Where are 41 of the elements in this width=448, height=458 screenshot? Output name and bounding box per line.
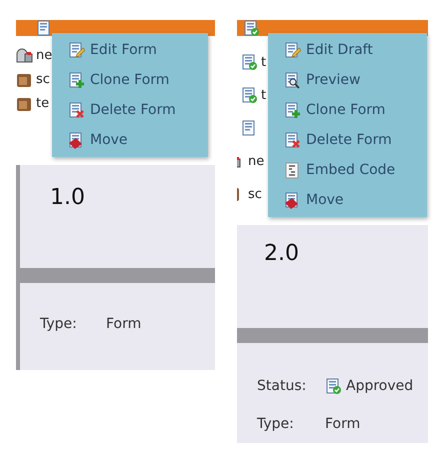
tree-item[interactable]: sc xyxy=(248,184,262,204)
tree-item[interactable]: ne xyxy=(248,152,264,172)
cross-document-icon xyxy=(68,102,85,118)
detail-value: Form xyxy=(106,314,142,334)
menu-item[interactable]: Clone Form xyxy=(268,95,427,125)
menu-item[interactable]: Move xyxy=(52,125,208,155)
code-document-icon xyxy=(284,162,301,178)
tree-item[interactable]: te xyxy=(36,94,50,114)
detail-label: Type: xyxy=(40,314,78,334)
magnifier-document-icon xyxy=(284,72,301,88)
menu-item[interactable]: Embed Code xyxy=(268,155,427,185)
pencil-document-icon xyxy=(284,42,301,58)
menu-item[interactable]: Clone Form xyxy=(52,65,208,95)
check-document-icon xyxy=(325,378,342,394)
detail-value: Approved xyxy=(346,376,414,396)
menu-item[interactable]: Edit Draft xyxy=(268,35,427,65)
check-document-icon xyxy=(241,87,258,104)
mailbox-icon xyxy=(16,48,33,64)
check-document-icon xyxy=(243,20,260,36)
tree-item[interactable]: t xyxy=(261,52,266,72)
detail-label: Type: xyxy=(257,414,295,434)
version-title: 2.0 xyxy=(264,241,299,266)
tree-item[interactable]: sc xyxy=(36,70,50,90)
menu-item[interactable]: Edit Form xyxy=(52,35,208,65)
menu-item[interactable]: Preview xyxy=(268,65,427,95)
detail-value: Form xyxy=(325,414,360,434)
tree-item[interactable]: ne xyxy=(36,46,52,66)
folder-icon xyxy=(237,186,241,203)
version-title: 1.0 xyxy=(50,185,85,210)
folder-icon xyxy=(16,72,33,88)
menu-item[interactable]: Delete Form xyxy=(268,125,427,155)
check-document-icon xyxy=(241,54,258,71)
folder-icon xyxy=(16,96,33,112)
menu-item[interactable]: Delete Form xyxy=(52,95,208,125)
cross-document-icon xyxy=(284,132,301,148)
tree-item[interactable]: t xyxy=(261,86,266,106)
plus-document-icon xyxy=(284,102,301,118)
menu-item[interactable]: Move xyxy=(268,185,427,215)
detail-label: Status: xyxy=(257,376,308,396)
pencil-document-icon xyxy=(68,42,85,58)
plus-document-icon xyxy=(68,72,85,88)
